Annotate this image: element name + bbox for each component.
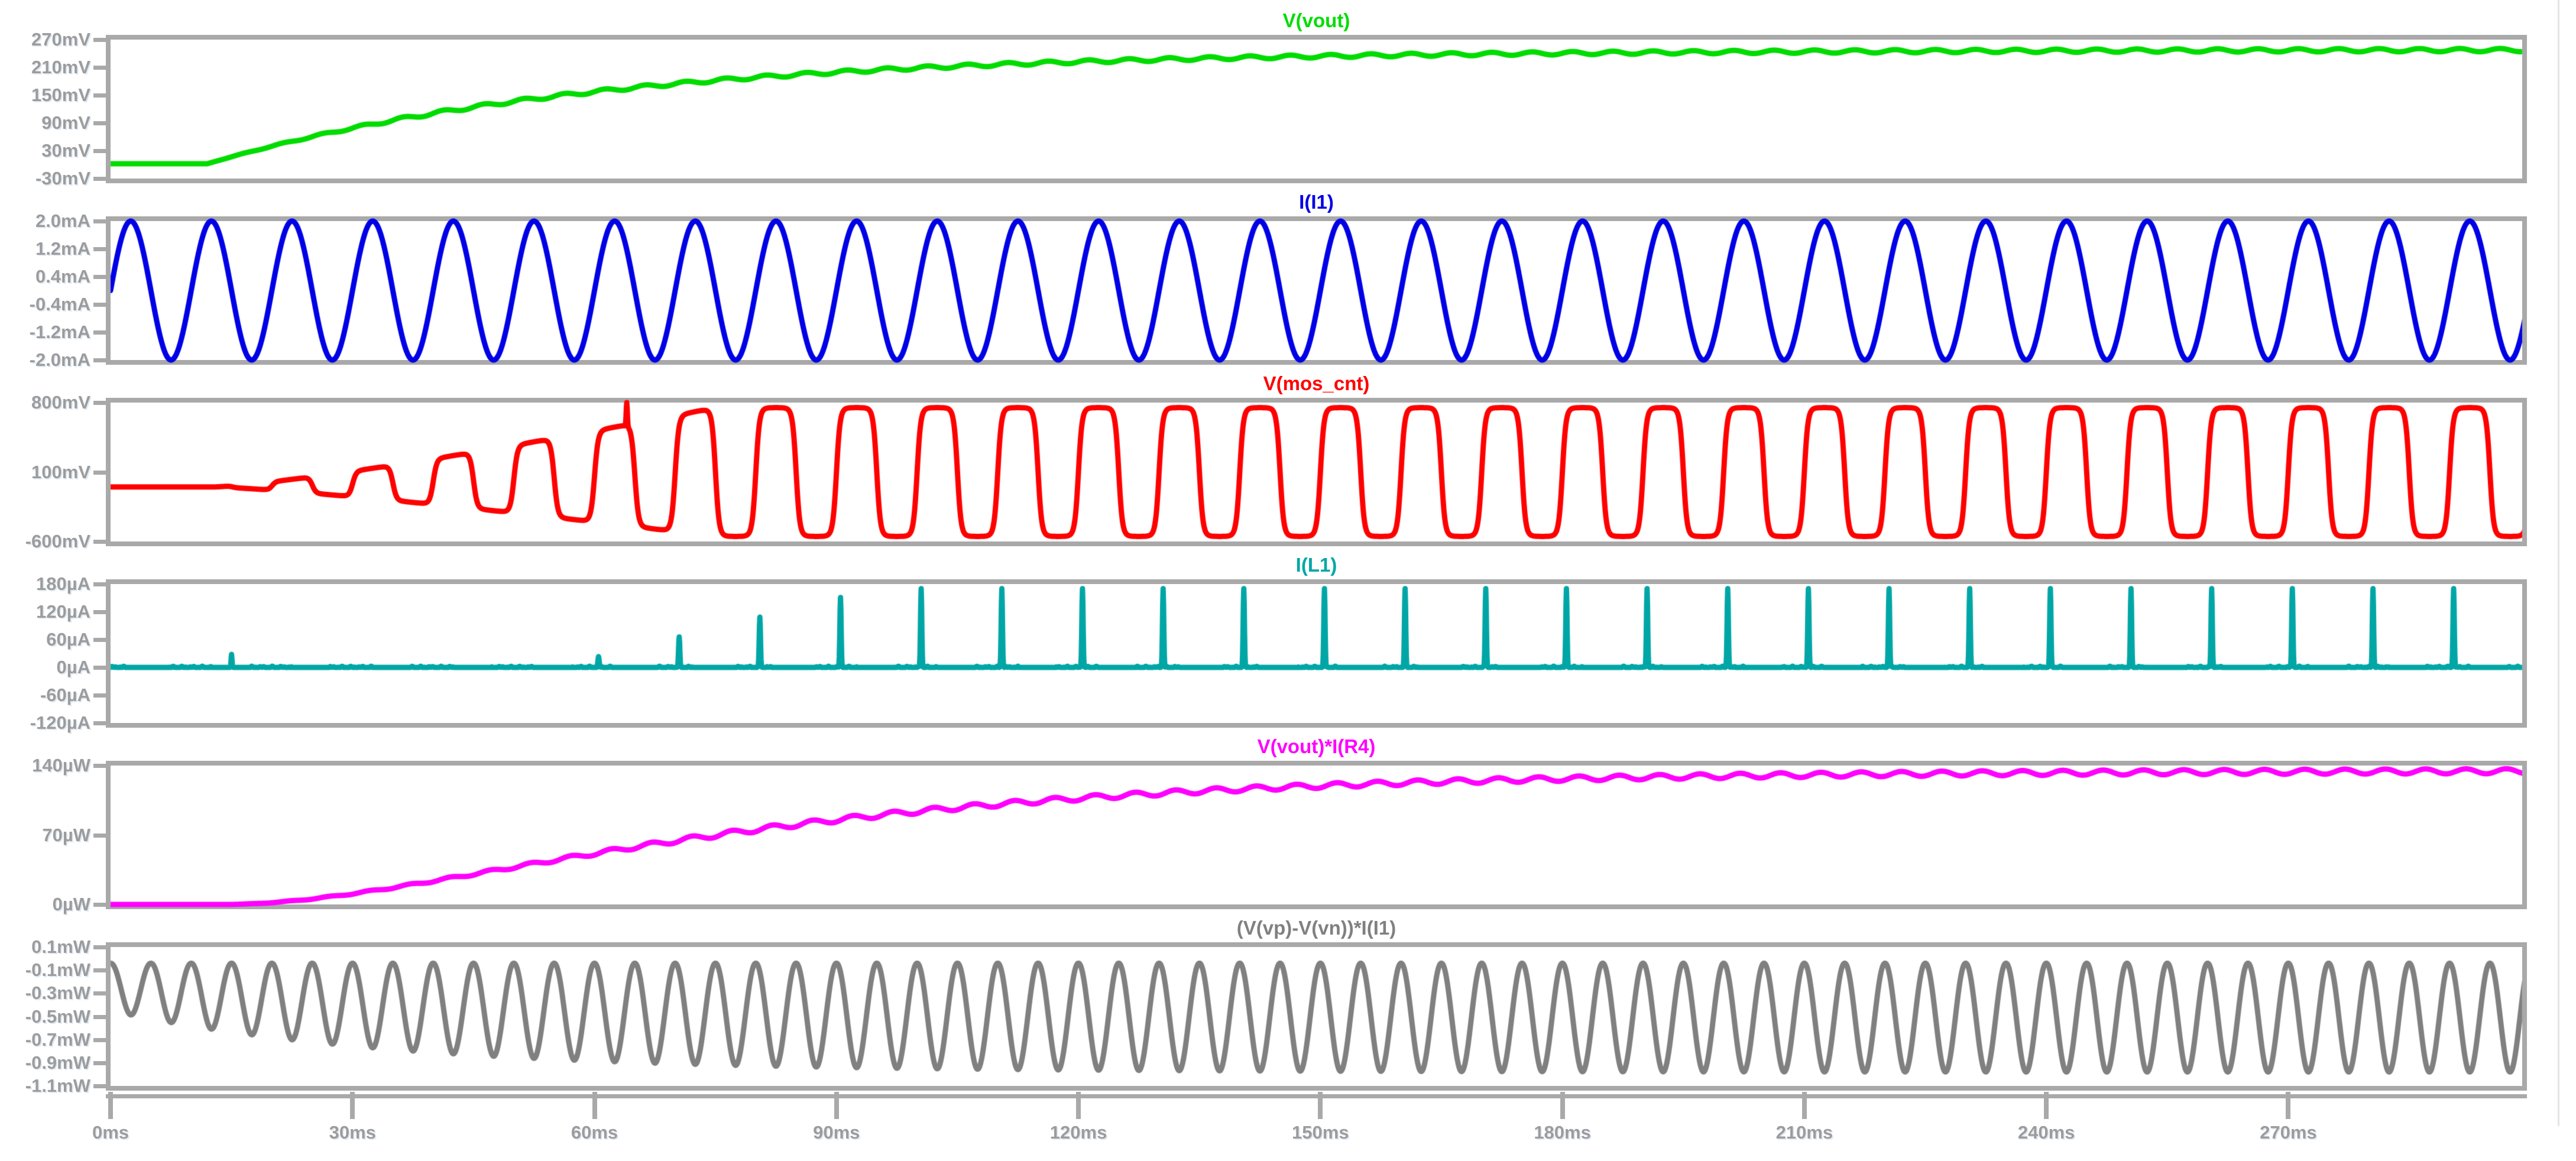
y-tick-label: -30mV: [35, 168, 90, 189]
y-tick-label: -0.9mW: [25, 1052, 90, 1073]
y-tick-label: 60µA: [46, 629, 90, 650]
x-axis-tick: [1318, 1092, 1323, 1119]
y-axis-tick: [93, 470, 106, 475]
y-axis-tick: [93, 121, 106, 125]
y-tick-label: -60µA: [40, 685, 90, 705]
y-axis-tick: [93, 177, 106, 181]
y-tick-label: -600mV: [25, 531, 90, 552]
y-axis-tick: [93, 358, 106, 362]
x-axis-tick: [350, 1092, 355, 1119]
pane-title-mos-cnt[interactable]: V(mos_cnt): [111, 372, 2522, 395]
y-axis-tick: [93, 638, 106, 642]
x-axis-tick: [2044, 1092, 2049, 1119]
y-tick-label: 120µA: [36, 601, 90, 622]
x-tick-label: 30ms: [329, 1122, 376, 1143]
x-tick-label: 210ms: [1775, 1122, 1833, 1143]
x-axis-line: [106, 1094, 2527, 1098]
y-axis-tick: [93, 275, 106, 279]
y-tick-label: 90mV: [41, 112, 90, 133]
y-axis-tick: [93, 721, 106, 725]
x-tick-label: 240ms: [2017, 1122, 2075, 1143]
y-axis-tick: [93, 93, 106, 98]
trace-canvas[interactable]: [0, 0, 2576, 1161]
y-axis-tick: [93, 968, 106, 973]
y-axis-tick: [93, 903, 106, 907]
x-tick-label: 120ms: [1049, 1122, 1107, 1143]
y-axis-tick: [93, 247, 106, 251]
y-axis-tick: [93, 149, 106, 153]
y-axis-tick: [93, 1037, 106, 1042]
y-axis-tick: [93, 833, 106, 838]
y-tick-label: 70µW: [42, 824, 90, 845]
y-tick-label: 30mV: [41, 140, 90, 161]
x-axis-tick: [2286, 1092, 2291, 1119]
x-axis-tick: [1076, 1092, 1081, 1119]
y-tick-label: 0.1mW: [31, 936, 90, 957]
y-tick-label: 150mV: [31, 85, 90, 105]
y-tick-label: 180µA: [36, 573, 90, 594]
y-axis-tick: [93, 1061, 106, 1065]
y-tick-label: -0.1mW: [25, 959, 90, 981]
waveform-viewer: 270mV 210mV 150mV 90mV 30mV -30mV 2.0mA 1.2mA 0.…: [0, 0, 2576, 1161]
y-tick-label: 270mV: [31, 29, 90, 50]
y-tick-label: 0µW: [52, 894, 90, 914]
y-axis-tick: [93, 38, 106, 42]
y-tick-label: -0.4mA: [29, 294, 90, 314]
y-tick-label: -0.5mW: [25, 1006, 90, 1027]
y-tick-label: 100mV: [31, 461, 90, 482]
pane-title-l1[interactable]: I(L1): [111, 554, 2522, 576]
y-axis-tick: [93, 693, 106, 698]
y-axis-tick: [93, 330, 106, 335]
x-axis-tick: [1801, 1092, 1807, 1119]
x-tick-label: 90ms: [813, 1122, 860, 1143]
x-tick-label: 60ms: [571, 1122, 618, 1143]
pane-title-vout[interactable]: V(vout): [111, 9, 2522, 32]
y-axis-tick: [93, 991, 106, 996]
y-tick-label: -0.7mW: [25, 1029, 90, 1050]
y-tick-label: 140µW: [32, 755, 90, 776]
x-axis-tick: [592, 1092, 597, 1119]
y-tick-label: -1.2mA: [29, 322, 90, 342]
y-tick-label: 2.0mA: [35, 210, 90, 231]
pane-title-vout-ir4[interactable]: V(vout)*I(R4): [111, 735, 2522, 758]
x-tick-label: 180ms: [1534, 1122, 1591, 1143]
y-tick-label: -120µA: [30, 712, 90, 733]
x-tick-label: 0ms: [92, 1122, 129, 1143]
x-tick-label: 150ms: [1292, 1122, 1349, 1143]
y-tick-label: -1.1mW: [25, 1075, 90, 1096]
y-axis-tick: [93, 666, 106, 670]
y-axis-tick: [93, 1084, 106, 1088]
y-tick-label: 0µA: [56, 657, 91, 677]
x-axis-tick: [834, 1092, 839, 1119]
y-axis-tick: [93, 219, 106, 223]
y-axis-tick: [93, 610, 106, 614]
pane-title-source-power[interactable]: (V(vp)-V(vn))*I(I1): [111, 917, 2522, 939]
y-axis-tick: [93, 303, 106, 307]
y-axis-tick: [93, 945, 106, 949]
y-axis-tick: [93, 582, 106, 586]
y-tick-label: 210mV: [31, 57, 90, 77]
pane-title-i1[interactable]: I(I1): [111, 191, 2522, 213]
y-tick-label: 1.2mA: [35, 238, 90, 259]
y-tick-label: 0.4mA: [35, 266, 90, 287]
y-tick-label: -2.0mA: [29, 349, 90, 370]
y-axis-tick: [93, 1014, 106, 1019]
y-axis-tick: [93, 66, 106, 70]
y-axis-tick: [93, 540, 106, 544]
x-tick-label: 270ms: [2260, 1122, 2317, 1143]
y-axis-tick: [93, 764, 106, 768]
x-axis-tick: [108, 1092, 113, 1119]
y-tick-label: 800mV: [31, 392, 90, 413]
x-axis-tick: [1560, 1092, 1565, 1119]
y-tick-label: -0.3mW: [25, 982, 90, 1004]
y-axis-tick: [93, 401, 106, 405]
